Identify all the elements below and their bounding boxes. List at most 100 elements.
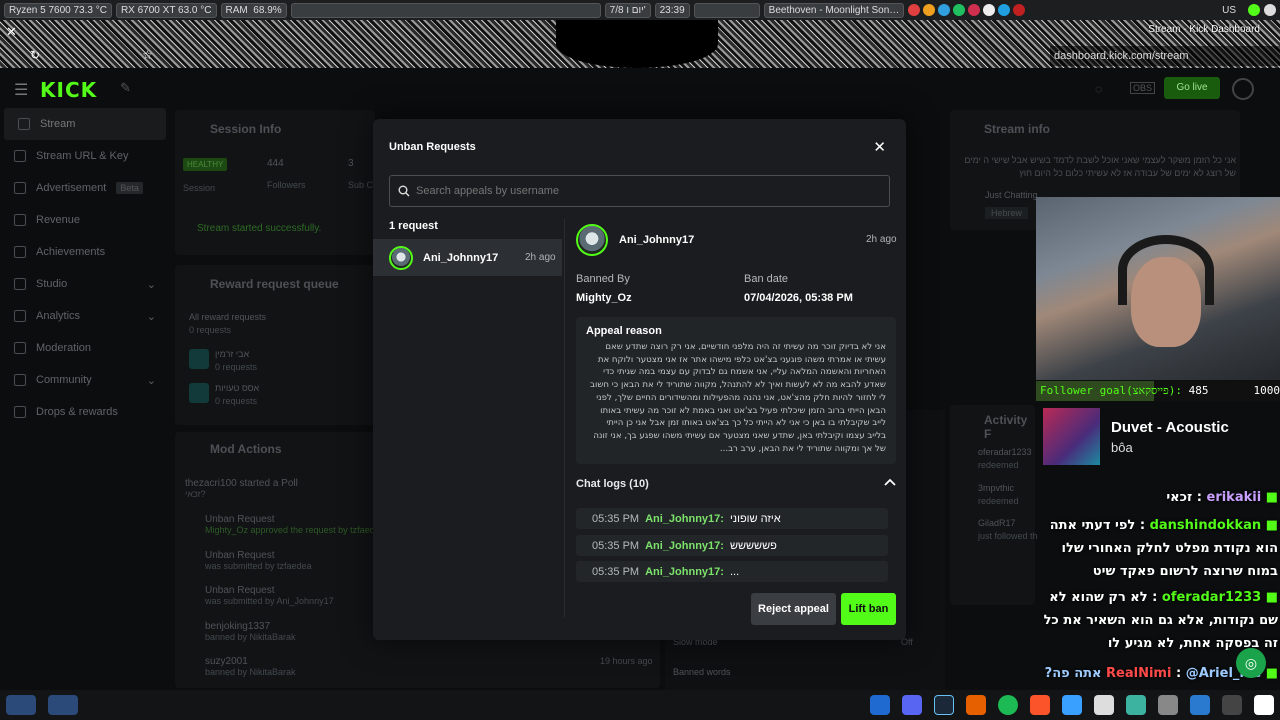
tray-app-icon[interactable] (938, 4, 951, 16)
mod-action-item[interactable]: Unban Request was submitted by tzfaedea (205, 550, 312, 571)
go-live-button[interactable]: Go live (1164, 77, 1220, 99)
brave-icon[interactable] (1030, 695, 1050, 715)
activity-user[interactable]: GiladR17 (978, 518, 1016, 528)
banned-words-setting[interactable]: Banned words (673, 667, 731, 677)
reward-item-count: 0 requests (215, 396, 258, 406)
tray-icons[interactable] (908, 4, 1026, 16)
kick-logo[interactable]: KICK (40, 78, 97, 102)
tray-app-icon[interactable] (923, 4, 936, 16)
tray-app-icon[interactable] (998, 4, 1011, 16)
sidebar-item-analytics[interactable]: Analytics ⌄ (0, 300, 170, 332)
reward-item-name[interactable]: אסס טעויות (215, 383, 259, 393)
layers-icon[interactable] (1126, 695, 1146, 715)
kick-badge-icon: ■ (1265, 666, 1278, 681)
sidebar-item-achievements[interactable]: Achievements (0, 236, 170, 268)
support-chat-icon[interactable]: ◎ (1236, 648, 1266, 678)
firefox-icon[interactable] (966, 695, 986, 715)
sidebar: Stream Stream URL & Key Advertisement Bet… (0, 108, 170, 698)
sidebar-item-stream-url-key[interactable]: Stream URL & Key (0, 140, 170, 172)
followers-label: Followers (267, 180, 306, 190)
workspace-icon[interactable] (6, 695, 36, 715)
sidebar-item-moderation[interactable]: Moderation (0, 332, 170, 364)
help-icon[interactable]: ◌ (1095, 82, 1102, 96)
address-bar[interactable]: dashboard.kick.com/stream (1050, 46, 1280, 66)
spacer-pill (693, 2, 760, 18)
revenue-icon (14, 214, 26, 226)
goal-target: 1000 (1253, 384, 1280, 397)
activity-user[interactable]: 3mpvthic (978, 483, 1014, 493)
sidebar-item-stream[interactable]: Stream (4, 108, 166, 140)
sidebar-item-drops-rewards[interactable]: Drops & rewards (0, 396, 170, 428)
sidebar-item-advertisement[interactable]: Advertisement Beta (0, 172, 170, 204)
steam-icon[interactable] (934, 695, 954, 715)
workspace-icon[interactable] (48, 695, 78, 715)
reward-item-name[interactable]: אבי זרמין (215, 349, 249, 359)
obs-taskbar-icon[interactable] (1094, 695, 1114, 715)
media-player[interactable]: Beethoven - Moonlight Son… (763, 2, 905, 18)
panel-title: Stream info (984, 122, 1051, 136)
hamburger-menu-icon[interactable]: ☰ (14, 80, 28, 100)
close-icon[interactable]: ✕ (873, 138, 886, 156)
ram-monitor: RAM 68.9% (220, 2, 287, 18)
sidebar-item-revenue[interactable]: Revenue (0, 204, 170, 236)
search-field[interactable] (389, 175, 890, 207)
timestamp: 19 hours ago (600, 656, 653, 666)
detail-time: 2h ago (866, 234, 897, 245)
windows-icon[interactable] (870, 695, 890, 715)
tray-app-icon[interactable] (908, 4, 921, 16)
keyboard-layout[interactable]: US (1222, 5, 1236, 16)
dashboard-header (0, 68, 1280, 108)
tray-app-icon[interactable] (983, 4, 996, 16)
sidebar-item-studio[interactable]: Studio ⌄ (0, 268, 170, 300)
reload-icon[interactable]: ↻ (30, 48, 40, 62)
avatar (576, 224, 608, 256)
files-icon[interactable] (1158, 695, 1178, 715)
stream-category: Just Chatting (985, 190, 1038, 200)
mod-action-item[interactable]: suzy2001 banned by NikitaBarak (205, 656, 296, 677)
activity-user[interactable]: oferadar1233 (978, 447, 1032, 457)
discord-icon[interactable] (902, 695, 922, 715)
column-divider (564, 219, 565, 617)
chat-message: ■ danshindokkan : לפי דעתי אתה הוא נקודת… (1049, 518, 1278, 579)
workspace-bar[interactable] (290, 2, 601, 18)
community-icon (14, 374, 26, 386)
tray-app-icon[interactable] (953, 4, 966, 16)
terminal-icon[interactable] (1222, 695, 1242, 715)
pin-icon[interactable]: ✎ (120, 80, 131, 96)
tray-app-icon[interactable] (1013, 4, 1026, 16)
activity-feed-panel: Activity F oferadar1233 redeemed 3mpvthi… (950, 405, 1038, 605)
mod-action-item[interactable]: benjoking1337 banned by NikitaBarak (205, 621, 296, 642)
cpu-monitor: Ryzen 5 7600 73.3 °C (4, 2, 112, 18)
banned-by-value: Mighty_Oz (576, 292, 632, 304)
chat-logs-header[interactable]: Chat logs (10) (576, 478, 896, 490)
reward-queue-panel: Reward request queue All reward requests… (175, 265, 375, 425)
studio-icon (14, 278, 26, 290)
close-icon[interactable]: ✕ (6, 24, 17, 40)
unban-requests-modal: Unban Requests ✕ 1 request Ani_Johnny17 … (373, 119, 906, 640)
lift-ban-button[interactable]: Lift ban (841, 593, 896, 625)
wallpaper-shape (556, 20, 718, 68)
chevron-up-icon[interactable] (884, 478, 896, 486)
bookmark-star-icon[interactable]: ☆ (142, 48, 153, 62)
subs-value: 3 (348, 158, 354, 169)
stream-icon (18, 118, 30, 130)
app-icon[interactable] (1254, 695, 1274, 715)
mod-action-item[interactable]: thezacri100 started a Poll זכאי? (185, 478, 298, 499)
obs-icon[interactable]: OBS (1130, 82, 1156, 94)
request-list-item[interactable]: Ani_Johnny17 2h ago (373, 239, 562, 276)
all-reward-requests[interactable]: All reward requests (189, 312, 266, 322)
followers-value: 444 (267, 158, 284, 169)
mod-action-item[interactable]: Unban Request was submitted by Ani_Johnny… (205, 585, 334, 606)
store-icon[interactable] (1190, 695, 1210, 715)
power-icon[interactable] (1264, 4, 1276, 16)
reject-appeal-button[interactable]: Reject appeal (751, 593, 836, 625)
search-input[interactable] (416, 185, 856, 197)
appeal-reason-box: Appeal reason אני לא בדיוק זוכר מה עשיתי… (576, 317, 896, 464)
spotify-icon[interactable] (998, 695, 1018, 715)
tray-app-icon[interactable] (968, 4, 981, 16)
telegram-icon[interactable] (1062, 695, 1082, 715)
profile-avatar[interactable] (1232, 78, 1254, 100)
status-icon[interactable] (1248, 4, 1260, 16)
mod-action-item[interactable]: Unban Request Mighty_Oz approved the requ… (205, 514, 385, 535)
sidebar-item-community[interactable]: Community ⌄ (0, 364, 170, 396)
